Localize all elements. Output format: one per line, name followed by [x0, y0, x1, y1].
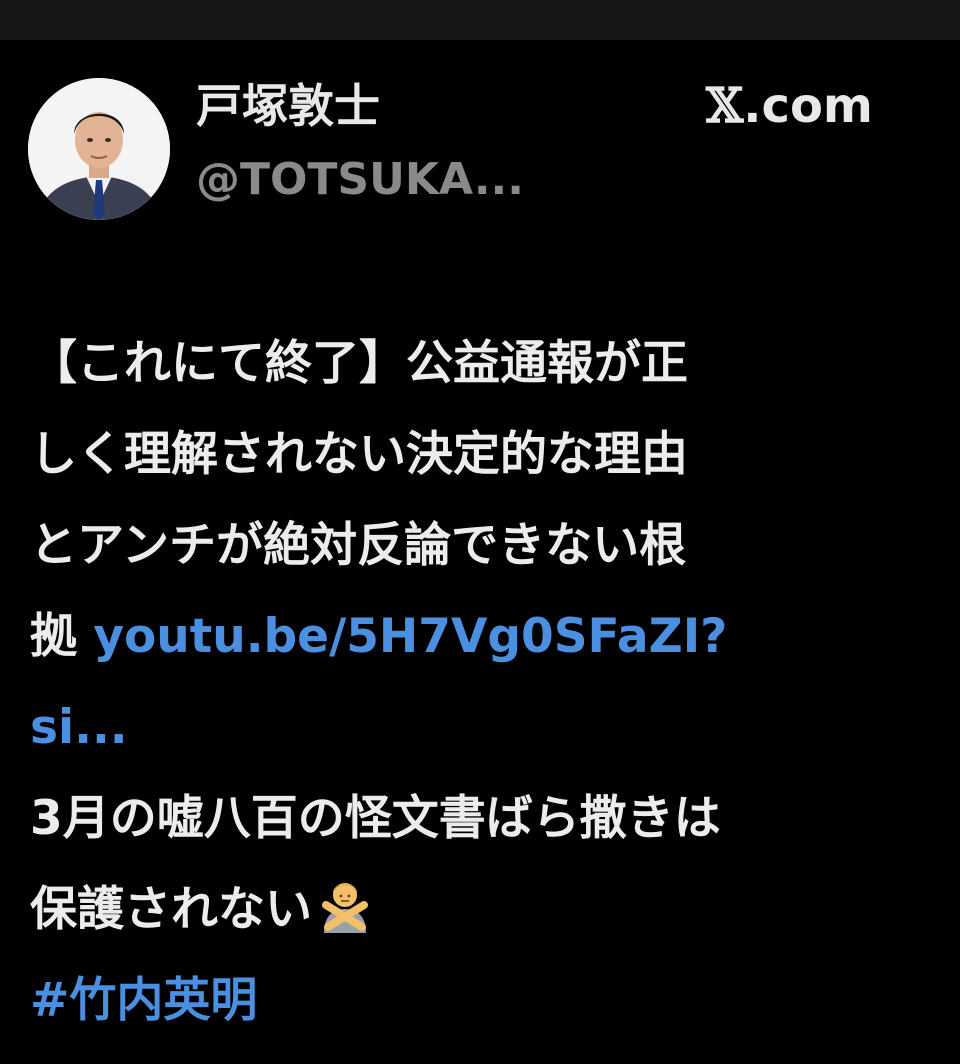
- status-bar-strip: [0, 0, 960, 40]
- tweet-line-4: 拠 youtu.be/5H7Vg0SFaZI?: [30, 591, 935, 682]
- tweet-line-7-text: 保護されない: [30, 882, 312, 937]
- avatar-photo: [28, 78, 170, 220]
- tweet-text: 【これにて終了】公益通報が正 しく理解されない決定的な理由 とアンチが絶対反論で…: [30, 318, 935, 1046]
- screenshot-page: 戸塚敦士 @TOTSUKA... 𝕏.com 【これにて終了】公益通報が正 しく…: [0, 0, 960, 1064]
- avatar[interactable]: [28, 78, 170, 220]
- tweet-line-7: 保護されない: [30, 864, 935, 955]
- youtube-link-continued[interactable]: si...: [30, 682, 935, 773]
- tweet-line-2: しく理解されない決定的な理由: [30, 427, 688, 482]
- youtube-link[interactable]: youtu.be/5H7Vg0SFaZI?: [93, 609, 727, 664]
- tweet-line-4-text: 拠: [30, 609, 94, 664]
- person-gesturing-no-icon: [316, 872, 374, 933]
- tweet-line-6: 3月の嘘八百の怪文書ばら撒きは: [30, 791, 721, 846]
- tweet-line-3: とアンチが絶対反論できない根: [30, 518, 687, 573]
- hashtag-link[interactable]: #竹内英明: [30, 955, 935, 1046]
- display-name[interactable]: 戸塚敦士: [196, 78, 380, 134]
- tweet-line-1: 【これにて終了】公益通報が正: [30, 336, 688, 391]
- site-label: 𝕏.com: [706, 78, 873, 134]
- x-logo-icon: 𝕏: [706, 78, 744, 134]
- user-handle[interactable]: @TOTSUKA...: [196, 152, 524, 208]
- site-suffix: .com: [743, 78, 873, 134]
